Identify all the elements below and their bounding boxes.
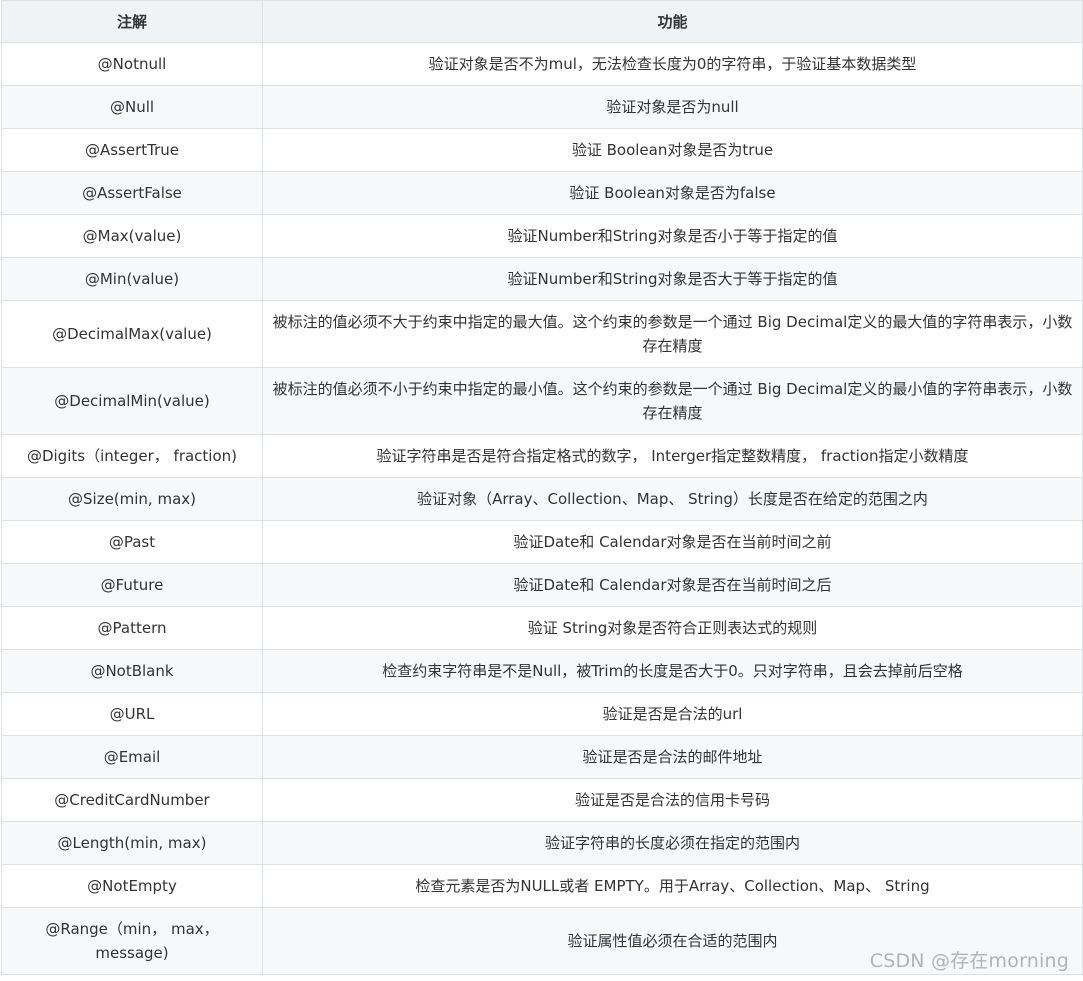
annotation-cell: @Digits（integer， fraction) (1, 434, 263, 478)
table-row: @CreditCardNumber 验证是否是合法的信用卡号码 (1, 778, 1083, 822)
annotation-cell: @Range（min， max，message) (1, 907, 263, 975)
table-row: @Max(value) 验证Number和String对象是否小于等于指定的值 (1, 214, 1083, 258)
annotation-cell: @Email (1, 735, 263, 779)
annotation-cell: @Pattern (1, 606, 263, 650)
function-cell: 验证字符串是否是符合指定格式的数字， Interger指定整数精度， fract… (262, 434, 1083, 478)
table-row: @Length(min, max) 验证字符串的长度必须在指定的范围内 (1, 821, 1083, 865)
annotation-cell: @AssertTrue (1, 128, 263, 172)
table-header-row: 注解 功能 (1, 0, 1083, 43)
function-cell: 验证对象是否为null (262, 85, 1083, 129)
function-cell: 被标注的值必须不小于约束中指定的最小值。这个约束的参数是一个通过 Big Dec… (262, 367, 1083, 435)
function-cell: 验证Number和String对象是否小于等于指定的值 (262, 214, 1083, 258)
annotation-cell: @AssertFalse (1, 171, 263, 215)
header-annotation: 注解 (1, 0, 263, 43)
function-cell: 验证Date和 Calendar对象是否在当前时间之前 (262, 520, 1083, 564)
table-row: @AssertFalse 验证 Boolean对象是否为false (1, 171, 1083, 215)
annotation-cell: @Notnull (1, 42, 263, 86)
annotation-cell: @Length(min, max) (1, 821, 263, 865)
function-cell: 验证对象（Array、Collection、Map、 String）长度是否在给… (262, 477, 1083, 521)
table-row: @NotEmpty 检查元素是否为NULL或者 EMPTY。用于Array、Co… (1, 864, 1083, 908)
table-row: @Notnull 验证对象是否不为mul，无法检查长度为0的字符串，于验证基本数… (1, 42, 1083, 86)
table-row: @Past 验证Date和 Calendar对象是否在当前时间之前 (1, 520, 1083, 564)
table-row: @NotBlank 检查约束字符串是不是Null，被Trim的长度是否大于0。只… (1, 649, 1083, 693)
function-cell: 被标注的值必须不大于约束中指定的最大值。这个约束的参数是一个通过 Big Dec… (262, 300, 1083, 368)
annotation-cell: @NotEmpty (1, 864, 263, 908)
function-cell: 验证是否是合法的信用卡号码 (262, 778, 1083, 822)
function-cell: 验证Number和String对象是否大于等于指定的值 (262, 257, 1083, 301)
annotation-cell: @Size(min, max) (1, 477, 263, 521)
function-cell: 验证Date和 Calendar对象是否在当前时间之后 (262, 563, 1083, 607)
table-row: @AssertTrue 验证 Boolean对象是否为true (1, 128, 1083, 172)
function-cell: 验证 Boolean对象是否为true (262, 128, 1083, 172)
table-row: @URL 验证是否是合法的url (1, 692, 1083, 736)
function-cell: 验证是否是合法的url (262, 692, 1083, 736)
function-cell: 验证对象是否不为mul，无法检查长度为0的字符串，于验证基本数据类型 (262, 42, 1083, 86)
annotation-cell: @URL (1, 692, 263, 736)
function-cell: 检查元素是否为NULL或者 EMPTY。用于Array、Collection、M… (262, 864, 1083, 908)
annotation-cell: @NotBlank (1, 649, 263, 693)
header-function: 功能 (262, 0, 1083, 43)
table-row: @Future 验证Date和 Calendar对象是否在当前时间之后 (1, 563, 1083, 607)
table-row: @Size(min, max) 验证对象（Array、Collection、Ma… (1, 477, 1083, 521)
function-cell: 验证是否是合法的邮件地址 (262, 735, 1083, 779)
annotation-cell: @Past (1, 520, 263, 564)
annotation-cell: @CreditCardNumber (1, 778, 263, 822)
table-row: @DecimalMax(value) 被标注的值必须不大于约束中指定的最大值。这… (1, 300, 1083, 368)
annotation-table: 注解 功能 @Notnull 验证对象是否不为mul，无法检查长度为0的字符串，… (1, 0, 1083, 975)
csdn-watermark: CSDN @存在morning (869, 950, 1069, 972)
function-cell: 验证 Boolean对象是否为false (262, 171, 1083, 215)
table-row: @Null 验证对象是否为null (1, 85, 1083, 129)
function-cell: 验证 String对象是否符合正则表达式的规则 (262, 606, 1083, 650)
annotation-cell: @Null (1, 85, 263, 129)
table-row: @Pattern 验证 String对象是否符合正则表达式的规则 (1, 606, 1083, 650)
table-row: @Email 验证是否是合法的邮件地址 (1, 735, 1083, 779)
table-row: @Min(value) 验证Number和String对象是否大于等于指定的值 (1, 257, 1083, 301)
annotation-cell: @Max(value) (1, 214, 263, 258)
annotation-cell: @DecimalMax(value) (1, 300, 263, 368)
function-cell: 检查约束字符串是不是Null，被Trim的长度是否大于0。只对字符串，且会去掉前… (262, 649, 1083, 693)
annotation-cell: @Future (1, 563, 263, 607)
annotation-cell: @Min(value) (1, 257, 263, 301)
table-row: @Digits（integer， fraction) 验证字符串是否是符合指定格… (1, 434, 1083, 478)
table-row: @DecimalMin(value) 被标注的值必须不小于约束中指定的最小值。这… (1, 367, 1083, 435)
annotation-cell: @DecimalMin(value) (1, 367, 263, 435)
function-cell: 验证字符串的长度必须在指定的范围内 (262, 821, 1083, 865)
